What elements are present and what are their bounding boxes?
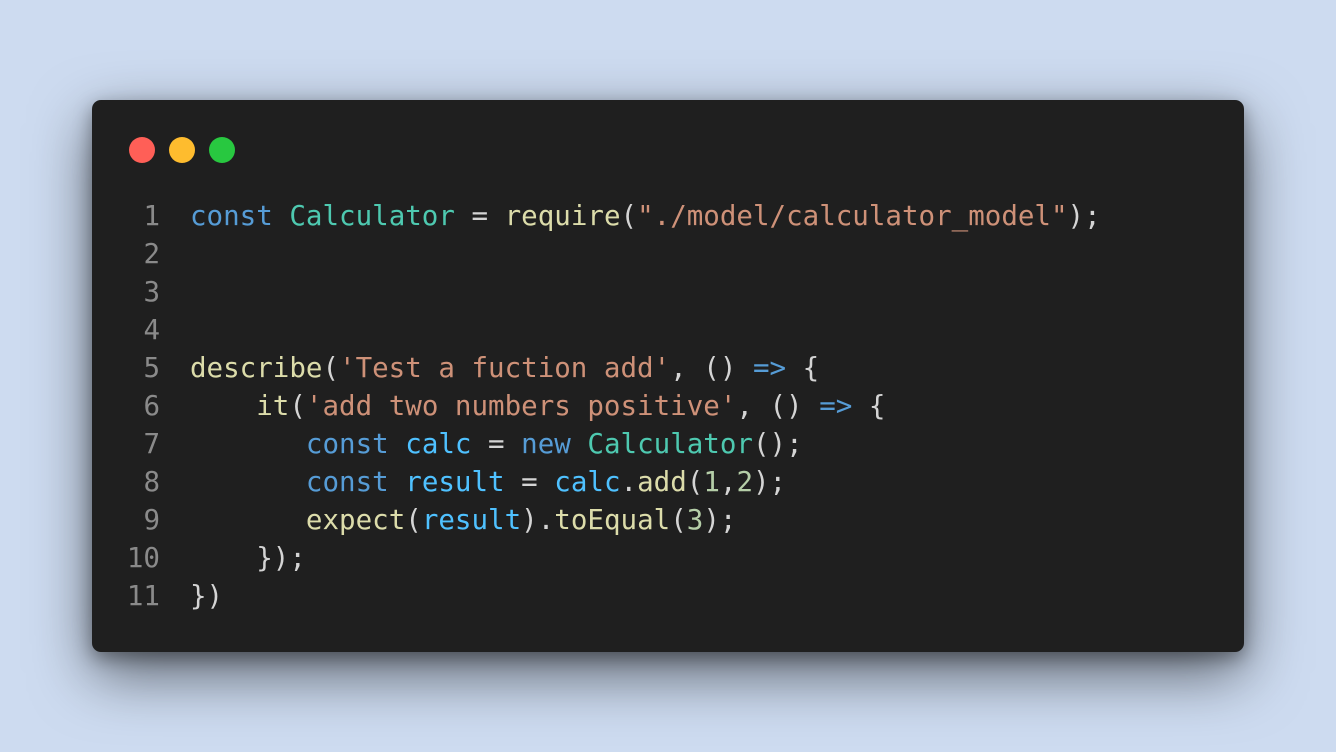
line-source: const Calculator = require("./model/calc… [190,197,1101,235]
code-token: 'add two numbers positive' [305,390,737,422]
line-source: }) [190,577,223,615]
code-token: describe [190,352,323,384]
code-token: = [454,200,505,232]
code-token: new [521,428,571,460]
code-token: require [504,200,621,232]
line-number: 7 [143,428,160,460]
line-number: 10 [126,542,160,574]
minimize-dot-icon[interactable] [169,137,195,163]
code-token: 3 [686,504,704,536]
code-token: ); [703,504,737,536]
line-source: const result = calc.add(1,2); [190,463,786,501]
line-number: 5 [143,352,160,384]
code-token: ( [686,466,704,498]
line-source: it('add two numbers positive', () => { [190,387,885,425]
code-token: = [471,428,522,460]
code-token: ); [753,466,787,498]
line-source: }); [190,539,306,577]
line-number: 3 [143,276,160,308]
code-token: toEqual [554,504,671,536]
code-token: , () [670,352,753,384]
code-token: calc [405,428,472,460]
code-token: (); [752,428,803,460]
code-token: , () [736,390,820,422]
code-token: add [637,466,687,498]
line-source: const calc = new Calculator(); [190,425,803,463]
code-token: calc [554,466,621,498]
code-window: 1 const Calculator = require("./model/cal… [92,100,1244,652]
line-number: 1 [143,200,160,232]
code-token: { [786,352,820,384]
code-token: Calculator [587,428,753,460]
code-token: const [305,428,389,460]
line-number: 2 [143,238,160,270]
line-number: 8 [143,466,160,498]
code-token: Calculator [289,200,455,232]
maximize-dot-icon[interactable] [209,137,235,163]
code-token: ); [1067,200,1101,232]
code-token: => [819,390,853,422]
line-number: 11 [126,580,160,612]
line-number: 4 [143,314,160,346]
code-token: { [852,390,886,422]
code-token: const [190,200,273,232]
code-token: . [620,466,638,498]
code-token: ( [322,352,340,384]
line-source: describe('Test a fuction add', () => { [190,349,819,387]
code-token: 1 [703,466,720,498]
code-token: => [752,352,787,384]
code-token: }); [190,542,306,574]
line-number: 9 [143,504,160,536]
code-token: ( [620,200,638,232]
code-token: ( [670,504,687,536]
code-token: , [719,466,737,498]
code-token: }) [190,580,224,612]
code-token: result [405,466,505,498]
code-token: expect [305,504,406,536]
code-token: ( [289,390,306,422]
code-token: it [256,390,290,422]
code-token: ( [405,504,422,536]
close-dot-icon[interactable] [129,137,155,163]
line-number: 6 [143,390,160,422]
code-token: result [421,504,522,536]
code-token: const [305,466,389,498]
code-token: 2 [736,466,753,498]
code-token: "./model/calculator_model" [637,200,1068,232]
code-token: ). [521,504,555,536]
code-token: = [504,466,555,498]
code-token: 'Test a fuction add' [339,352,671,384]
line-source: expect(result).toEqual(3); [190,501,737,539]
